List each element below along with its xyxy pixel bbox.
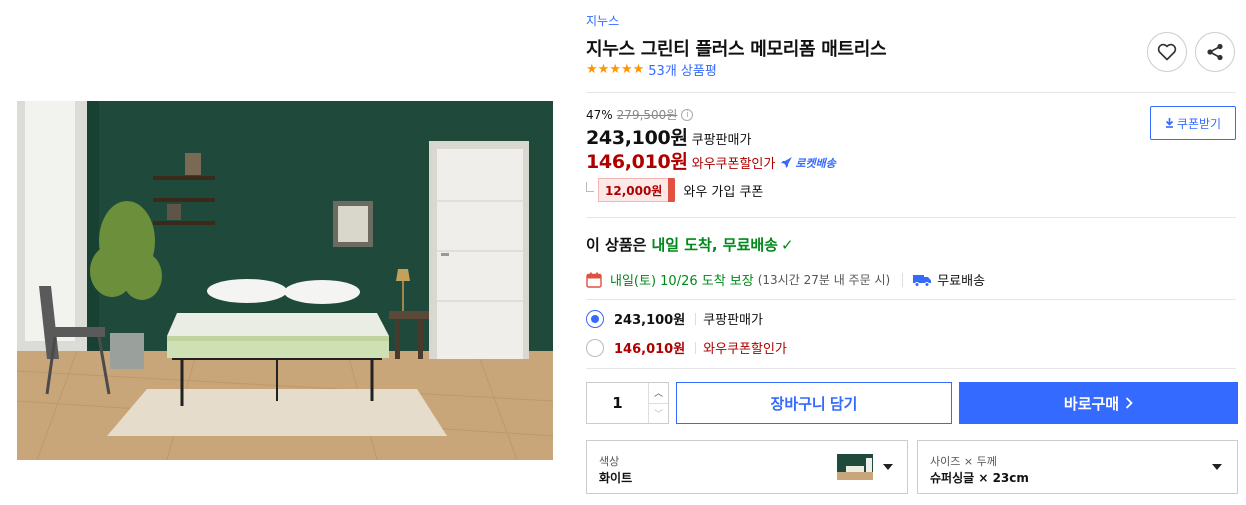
divider bbox=[586, 92, 1236, 93]
calendar-icon bbox=[586, 272, 602, 288]
option-label: 와우쿠폰할인가 bbox=[703, 342, 787, 357]
free-shipping-label: 무료배송 bbox=[937, 274, 986, 289]
option-label: 쿠팡판매가 bbox=[703, 313, 763, 328]
coupon-download-button[interactable]: 쿠폰받기 bbox=[1150, 106, 1236, 140]
delivery-deadline: (13시간 27분 내 주문 시) bbox=[757, 273, 891, 287]
delivery-headline: 이 상품은 내일 도착, 무료배송 ✓ bbox=[586, 234, 794, 255]
color-selector-value: 화이트 bbox=[599, 471, 633, 485]
share-button[interactable] bbox=[1195, 32, 1235, 72]
truck-icon bbox=[913, 274, 932, 287]
divider bbox=[586, 217, 1236, 218]
separator bbox=[695, 341, 697, 354]
wow-coupon-chip: 12,000원 bbox=[598, 178, 676, 202]
buy-now-button[interactable]: 바로구매 bbox=[959, 382, 1238, 424]
wow-price: 146,010원 bbox=[586, 151, 688, 173]
divider bbox=[586, 299, 1236, 300]
star-icon: ★ bbox=[609, 61, 621, 77]
option-price: 146,010원 bbox=[614, 342, 686, 357]
price-option-sale[interactable]: 243,100원 쿠팡판매가 bbox=[586, 309, 763, 328]
rocket-badge: 로켓배송 bbox=[781, 155, 836, 171]
color-selector-label: 색상 bbox=[599, 455, 620, 468]
radio-unselected[interactable] bbox=[586, 338, 604, 357]
rocket-label: 로켓배송 bbox=[795, 156, 836, 170]
size-selector-label: 사이즈 × 두께 bbox=[930, 455, 997, 468]
chevron-right-icon bbox=[1125, 397, 1133, 409]
sale-price-label: 쿠팡판매가 bbox=[691, 133, 752, 148]
add-to-cart-button[interactable]: 장바구니 담기 bbox=[676, 382, 952, 424]
color-selector[interactable]: 색상 화이트 bbox=[586, 440, 908, 494]
rating-row[interactable]: ★ ★ ★ ★ ★ 53개 상품평 bbox=[586, 60, 717, 79]
chevron-up-icon[interactable]: ︿ bbox=[649, 383, 668, 403]
separator bbox=[902, 272, 904, 287]
wow-coupon-row: 12,000원 와우 가입 쿠폰 bbox=[586, 178, 763, 202]
share-icon bbox=[1207, 43, 1223, 61]
buy-now-label: 바로구매 bbox=[1063, 395, 1120, 413]
product-title: 지누스 그린티 플러스 메모리폼 매트리스 bbox=[586, 39, 887, 60]
delivery-date: 내일(토) 10/26 도착 보장 bbox=[610, 274, 754, 289]
discount-rate: 47% bbox=[586, 107, 613, 122]
sale-price: 243,100원 bbox=[586, 127, 688, 149]
branch-line bbox=[586, 182, 594, 192]
original-price: 279,500원 bbox=[616, 108, 678, 122]
heart-icon bbox=[1157, 43, 1177, 61]
coupon-download-label: 쿠폰받기 bbox=[1176, 116, 1222, 131]
chevron-down-icon bbox=[883, 464, 893, 470]
wishlist-button[interactable] bbox=[1147, 32, 1187, 72]
download-icon bbox=[1165, 118, 1173, 128]
size-selector-value: 슈퍼싱글 × 23cm bbox=[930, 471, 1029, 485]
quantity-steps: ︿ ﹀ bbox=[648, 383, 668, 423]
chevron-down-icon bbox=[1212, 464, 1222, 470]
star-icon: ★ bbox=[632, 61, 645, 77]
delivery-headline-green: 내일 도착, 무료배송 bbox=[651, 236, 778, 254]
quantity-stepper[interactable]: ︿ ﹀ bbox=[586, 382, 669, 424]
discount-row: 47% 279,500원 i bbox=[586, 106, 694, 123]
option-price: 243,100원 bbox=[614, 313, 686, 328]
divider bbox=[586, 368, 1236, 369]
price-option-wow[interactable]: 146,010원 와우쿠폰할인가 bbox=[586, 338, 787, 357]
size-selector[interactable]: 사이즈 × 두께 슈퍼싱글 × 23cm bbox=[917, 440, 1238, 494]
info-icon[interactable]: i bbox=[681, 108, 694, 121]
product-image[interactable] bbox=[17, 101, 553, 460]
radio-selected[interactable] bbox=[586, 309, 604, 328]
chevron-down-icon[interactable]: ﹀ bbox=[649, 402, 668, 424]
star-icon: ★ bbox=[597, 61, 610, 77]
product-info-panel: 지누스 지누스 그린티 플러스 메모리폼 매트리스 ★ ★ ★ ★ ★ 53개 … bbox=[586, 0, 1238, 505]
star-icon: ★ bbox=[586, 61, 598, 77]
wow-price-row: 146,010원 와우쿠폰할인가 로켓배송 bbox=[586, 147, 836, 174]
review-count-link[interactable]: 53개 상품평 bbox=[648, 60, 717, 79]
rocket-icon bbox=[781, 157, 793, 168]
bedroom-scene-illustration bbox=[17, 101, 553, 460]
star-icon: ★ bbox=[620, 61, 633, 77]
separator bbox=[695, 312, 697, 325]
quantity-input[interactable] bbox=[587, 383, 648, 423]
color-thumbnail bbox=[837, 454, 873, 480]
wow-price-label: 와우쿠폰할인가 bbox=[691, 157, 776, 172]
wow-coupon-label: 와우 가입 쿠폰 bbox=[683, 184, 764, 200]
star-rating: ★ ★ ★ ★ ★ bbox=[586, 61, 645, 77]
delivery-info-row: 내일(토) 10/26 도착 보장 (13시간 27분 내 주문 시) 무료배송 bbox=[586, 270, 985, 289]
brand-link[interactable]: 지누스 bbox=[586, 12, 619, 29]
sale-price-row: 243,100원 쿠팡판매가 bbox=[586, 123, 751, 150]
delivery-headline-prefix: 이 상품은 bbox=[586, 236, 647, 254]
check-icon: ✓ bbox=[780, 235, 794, 254]
